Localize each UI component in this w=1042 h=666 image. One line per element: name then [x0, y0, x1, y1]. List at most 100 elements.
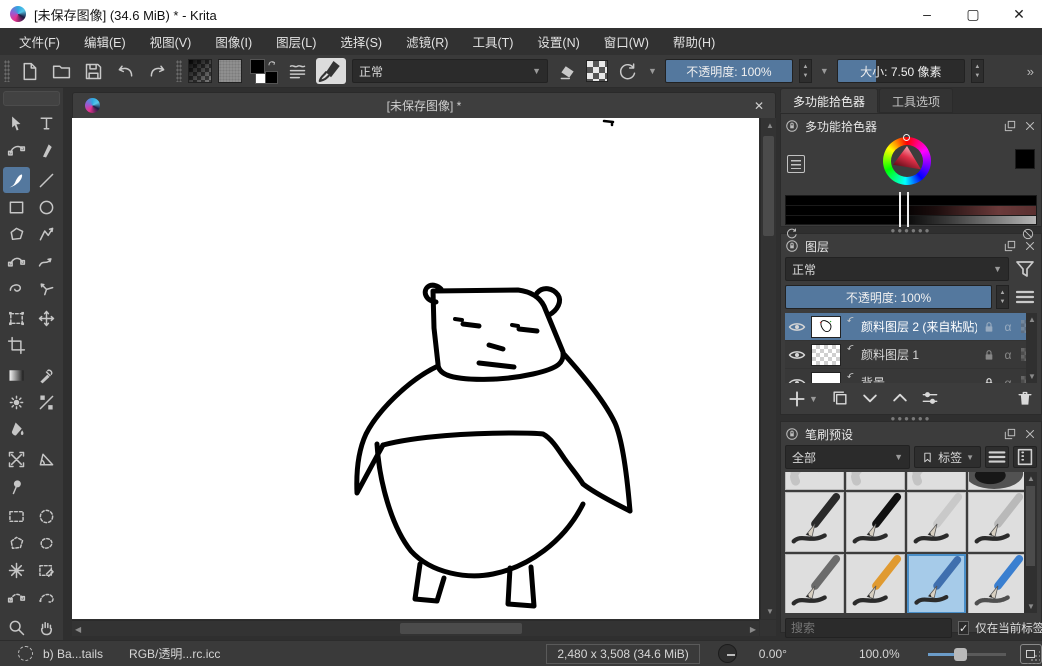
layer-list-scrollbar[interactable]: ▲ ▼ — [1026, 313, 1037, 383]
preserve-alpha-button[interactable] — [586, 60, 608, 82]
vertical-scrollbar[interactable]: ▲ ▼ — [760, 118, 776, 619]
tag-button[interactable]: 标签 ▼ — [914, 446, 981, 468]
brush-preset-pen[interactable] — [846, 492, 905, 552]
delete-layer-button[interactable] — [1015, 388, 1035, 411]
color-history-strips[interactable] — [785, 195, 1037, 225]
line-tool[interactable] — [33, 167, 60, 193]
bezier-select-tool[interactable] — [3, 584, 30, 610]
scroll-left-icon[interactable]: ◀ — [75, 625, 81, 634]
move-layer-down-button[interactable] — [860, 388, 880, 411]
foreground-background-colors[interactable] — [248, 58, 278, 84]
brush-preset-eraser[interactable] — [846, 472, 905, 490]
colorize-mask-tool[interactable] — [33, 389, 60, 415]
blending-mode-dropdown[interactable]: 正常▼ — [352, 59, 548, 83]
layer-properties-button[interactable] — [920, 388, 940, 411]
freehand-brush-tool[interactable] — [3, 167, 30, 193]
scroll-up-icon[interactable]: ▲ — [766, 121, 774, 130]
rectangle-tool[interactable] — [3, 194, 30, 220]
polyline-tool[interactable] — [33, 221, 60, 247]
save-button[interactable] — [80, 58, 106, 84]
tab-tool-options[interactable]: 工具选项 — [879, 88, 953, 113]
choose-workspace-button[interactable] — [284, 58, 310, 84]
tab-advanced-color-selector[interactable]: 多功能拾色器 — [780, 88, 878, 113]
menu-item-7[interactable]: 工具(T) — [461, 28, 524, 55]
color-strip[interactable] — [785, 195, 1037, 205]
scroll-down-icon[interactable]: ▼ — [1028, 372, 1036, 381]
strip-slider-handle[interactable] — [899, 192, 909, 227]
minimize-button[interactable]: – — [904, 0, 950, 28]
polygon-select-tool[interactable] — [3, 530, 30, 556]
menu-item-10[interactable]: 帮助(H) — [662, 28, 726, 55]
layer-row[interactable]: 颜料图层 1α — [785, 341, 1037, 369]
menu-item-8[interactable]: 设置(N) — [526, 28, 590, 55]
size-spinner[interactable]: ▲▼ — [971, 59, 984, 83]
layer-options-menu-button[interactable] — [1013, 285, 1037, 309]
brush-preset-eraser[interactable] — [907, 472, 966, 490]
menu-item-3[interactable]: 图像(I) — [204, 28, 263, 55]
pattern-chooser[interactable] — [218, 59, 242, 83]
brush-preset-fineliner[interactable] — [968, 492, 1027, 552]
pattern-edit-tool[interactable] — [3, 389, 30, 415]
canvas-size-label[interactable]: 2,480 x 3,508 (34.6 MiB) — [546, 644, 699, 664]
layer-row[interactable]: 背景α — [785, 369, 1037, 383]
scroll-right-icon[interactable]: ▶ — [750, 625, 756, 634]
brush-preset-brush[interactable] — [846, 554, 905, 613]
zoom-slider[interactable] — [928, 647, 1006, 661]
color-strip[interactable] — [785, 215, 1037, 225]
brush-preset-eraser[interactable] — [785, 472, 844, 490]
document-titlebar[interactable]: [未保存图像] * ✕ — [72, 92, 776, 118]
brush-preset-airbrush[interactable] — [968, 472, 1027, 490]
brush-preset-brush[interactable] — [785, 554, 844, 613]
polygon-tool[interactable] — [3, 221, 30, 247]
zoom-tool[interactable] — [3, 614, 30, 640]
freehand-path-tool[interactable] — [33, 248, 60, 274]
layer-visibility-icon[interactable] — [787, 345, 807, 365]
layer-blending-mode-dropdown[interactable]: 正常▼ — [785, 257, 1009, 281]
multibrush-tool[interactable] — [33, 275, 60, 301]
color-strip[interactable] — [785, 205, 1037, 215]
float-docker-icon[interactable] — [1003, 427, 1017, 441]
dynamic-brush-tool[interactable] — [3, 275, 30, 301]
layer-filter-button[interactable] — [1013, 257, 1037, 281]
swap-colors-icon[interactable] — [266, 58, 278, 70]
crop-tool[interactable] — [3, 332, 30, 358]
toolbar-grip[interactable] — [176, 60, 182, 82]
no-color-icon[interactable] — [1021, 227, 1035, 241]
duplicate-layer-button[interactable] — [830, 388, 850, 411]
canvas-rotation-knob[interactable] — [718, 644, 737, 663]
layer-opacity-slider[interactable]: 不透明度: 100% — [785, 285, 992, 309]
scroll-down-icon[interactable]: ▼ — [766, 607, 774, 616]
layer-lock-icon[interactable] — [981, 319, 997, 335]
gradient-tool[interactable] — [3, 362, 30, 388]
float-docker-icon[interactable] — [1003, 119, 1017, 133]
brush-preset-pen[interactable] — [907, 492, 966, 552]
selection-mode-icon[interactable] — [18, 646, 33, 661]
reload-brush-button[interactable] — [614, 58, 640, 84]
add-layer-button[interactable]: ▼ — [787, 389, 820, 409]
calligraphy-tool[interactable] — [33, 137, 60, 163]
opacity-slider[interactable]: 不透明度: 100% — [665, 59, 793, 83]
brush-search-input[interactable] — [785, 618, 952, 638]
measure-tool[interactable] — [33, 446, 60, 472]
transform-tool[interactable] — [3, 305, 30, 331]
brush-size-slider[interactable]: 大小: 7.50 像素 — [837, 59, 965, 83]
ellipse-select-tool[interactable] — [33, 503, 60, 529]
move-layer-up-button[interactable] — [890, 388, 910, 411]
close-docker-icon[interactable] — [1023, 427, 1037, 441]
brush-preset-pen[interactable] — [785, 492, 844, 552]
layer-thumbnail[interactable] — [811, 372, 841, 384]
menu-item-0[interactable]: 文件(F) — [8, 28, 71, 55]
redo-button[interactable] — [144, 58, 170, 84]
ellipse-tool[interactable] — [33, 194, 60, 220]
horizontal-scrollbar[interactable]: ◀ ▶ — [72, 620, 759, 636]
brush-grid-scrollbar[interactable]: ▲ ▼ — [1024, 472, 1037, 613]
display-settings-button[interactable] — [1013, 446, 1037, 468]
toolbar-grip[interactable] — [4, 60, 10, 82]
menu-item-1[interactable]: 编辑(E) — [73, 28, 137, 55]
alpha-lock-icon[interactable]: α — [1000, 319, 1016, 335]
menu-item-2[interactable]: 视图(V) — [139, 28, 203, 55]
layer-lock-icon[interactable] — [981, 347, 997, 363]
menu-item-4[interactable]: 图层(L) — [265, 28, 327, 55]
search-scope-checkbox[interactable]: ✓ — [958, 621, 969, 635]
new-document-button[interactable] — [16, 58, 42, 84]
